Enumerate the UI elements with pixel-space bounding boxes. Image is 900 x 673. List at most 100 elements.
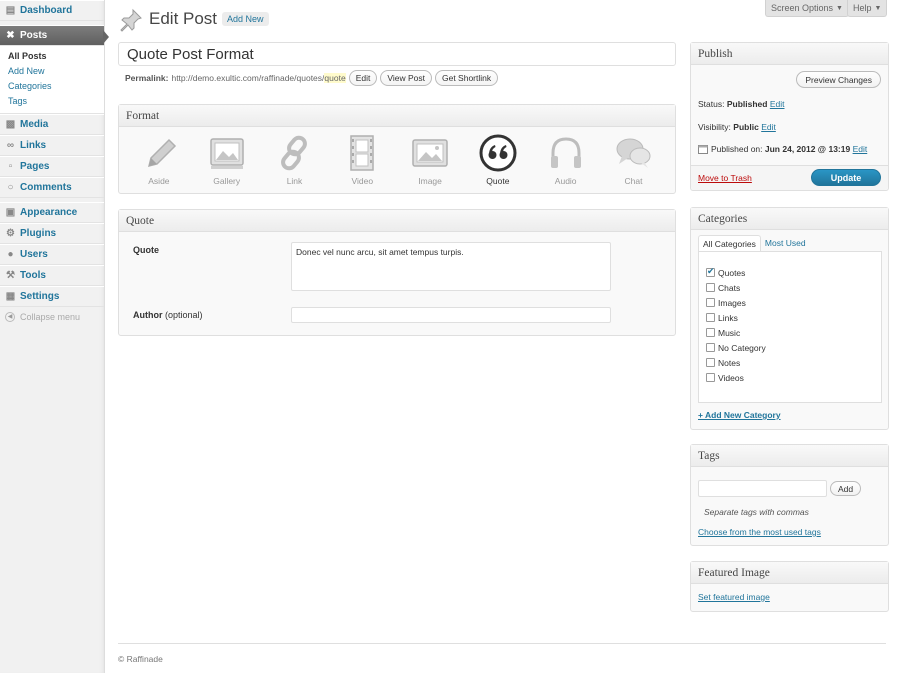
get-shortlink-button[interactable]: Get Shortlink bbox=[434, 70, 499, 86]
author-input[interactable] bbox=[291, 307, 611, 323]
preview-changes-button[interactable]: Preview Changes bbox=[796, 71, 881, 88]
checkbox[interactable] bbox=[706, 373, 715, 382]
collapse-label: Collapse menu bbox=[20, 312, 81, 322]
edit-date-link[interactable]: Edit bbox=[853, 144, 868, 154]
set-featured-image-link[interactable]: Set featured image bbox=[698, 592, 770, 602]
help-button[interactable]: Help ▼ bbox=[847, 0, 888, 17]
dashboard-icon: ▤ bbox=[5, 4, 16, 16]
category-item[interactable]: Images bbox=[699, 295, 881, 310]
tag-input[interactable] bbox=[698, 480, 827, 497]
format-gallery[interactable]: Gallery bbox=[193, 133, 261, 186]
checkbox[interactable] bbox=[706, 298, 715, 307]
media-icon: ▩ bbox=[5, 118, 16, 130]
edit-status-link[interactable]: Edit bbox=[770, 99, 785, 109]
film-strip-icon bbox=[350, 135, 375, 171]
appearance-icon: ▣ bbox=[5, 206, 16, 218]
add-tag-button[interactable]: Add bbox=[830, 481, 862, 496]
move-to-trash-link[interactable]: Move to Trash bbox=[698, 173, 752, 183]
category-label: Notes bbox=[718, 357, 741, 368]
footer-text: © Raffinade bbox=[118, 654, 163, 664]
collapse-menu-button[interactable]: ◀ Collapse menu bbox=[0, 307, 104, 327]
format-aside[interactable]: Aside bbox=[125, 133, 193, 186]
chevron-down-icon: ▼ bbox=[836, 4, 843, 12]
edit-visibility-link[interactable]: Edit bbox=[761, 122, 776, 132]
categories-box-title[interactable]: Categories bbox=[691, 208, 888, 230]
menu-item-users[interactable]: ● Users bbox=[0, 244, 104, 265]
permalink-slug[interactable]: quote bbox=[324, 73, 346, 83]
menu-label: Tools bbox=[20, 270, 46, 281]
category-item[interactable]: Quotes bbox=[699, 265, 881, 280]
status-row: Status: Published Edit bbox=[698, 99, 785, 109]
edit-permalink-button[interactable]: Edit bbox=[348, 70, 378, 86]
permalink-row: Permalink: http://demo.exultic.com/raffi… bbox=[125, 70, 499, 86]
menu-label: Pages bbox=[20, 161, 50, 172]
post-title-input[interactable] bbox=[118, 42, 676, 66]
menu-item-dashboard[interactable]: ▤ Dashboard bbox=[0, 0, 104, 21]
status-label: Status: bbox=[698, 99, 725, 109]
menu-item-media[interactable]: ▩ Media bbox=[0, 114, 104, 135]
category-item[interactable]: No Category bbox=[699, 340, 881, 355]
submenu-all-posts[interactable]: All Posts bbox=[0, 49, 104, 64]
featured-image-box: Featured Image Set featured image bbox=[690, 561, 889, 612]
checkbox[interactable] bbox=[706, 328, 715, 337]
publish-box-title[interactable]: Publish bbox=[691, 43, 888, 65]
permalink-label: Permalink: bbox=[125, 73, 169, 83]
quote-textarea[interactable]: Donec vel nunc arcu, sit amet tempus tur… bbox=[291, 242, 611, 291]
menu-item-comments[interactable]: ○ Comments bbox=[0, 177, 104, 198]
menu-item-plugins[interactable]: ⚙ Plugins bbox=[0, 223, 104, 244]
tags-box-title[interactable]: Tags bbox=[691, 445, 888, 467]
category-label: Music bbox=[718, 327, 741, 338]
permalink-base[interactable]: http://demo.exultic.com/raffinade/quotes… bbox=[171, 73, 324, 83]
menu-item-links[interactable]: ∞ Links bbox=[0, 135, 104, 156]
category-item[interactable]: Videos bbox=[699, 370, 881, 385]
tags-box: Tags Add Separate tags with commas Choos… bbox=[690, 444, 889, 546]
published-value: Jun 24, 2012 @ 13:19 bbox=[764, 144, 851, 154]
format-chat[interactable]: Chat bbox=[600, 133, 668, 186]
quote-box-title[interactable]: Quote bbox=[119, 210, 675, 232]
format-audio[interactable]: Audio bbox=[532, 133, 600, 186]
author-optional-text: (optional) bbox=[165, 310, 203, 320]
menu-item-appearance[interactable]: ▣ Appearance bbox=[0, 202, 104, 223]
checkbox[interactable] bbox=[706, 283, 715, 292]
menu-item-posts[interactable]: ✖ Posts bbox=[0, 25, 109, 46]
pencil-icon bbox=[147, 138, 176, 168]
submenu-add-new[interactable]: Add New bbox=[0, 64, 104, 79]
checkbox[interactable] bbox=[706, 358, 715, 367]
menu-item-settings[interactable]: ▦ Settings bbox=[0, 286, 104, 307]
menu-item-tools[interactable]: ⚒ Tools bbox=[0, 265, 104, 286]
category-label: Videos bbox=[718, 372, 744, 383]
publish-actions: Move to Trash Update bbox=[691, 165, 888, 190]
submenu-categories[interactable]: Categories bbox=[0, 79, 104, 94]
update-button[interactable]: Update bbox=[811, 169, 881, 186]
add-new-button[interactable]: Add New bbox=[222, 12, 269, 26]
add-new-category-link[interactable]: + Add New Category bbox=[698, 410, 781, 420]
comments-icon: ○ bbox=[7, 181, 14, 193]
format-video[interactable]: Video bbox=[328, 133, 396, 186]
category-label: No Category bbox=[718, 342, 766, 353]
category-item[interactable]: Chats bbox=[699, 280, 881, 295]
image-icon bbox=[412, 139, 448, 167]
menu-label: Users bbox=[20, 249, 48, 260]
links-icon: ∞ bbox=[6, 139, 15, 151]
checkbox[interactable] bbox=[706, 343, 715, 352]
checkbox[interactable] bbox=[706, 266, 715, 277]
format-box-title[interactable]: Format bbox=[119, 105, 675, 127]
category-item[interactable]: Notes bbox=[699, 355, 881, 370]
gallery-icon bbox=[209, 138, 244, 169]
format-image[interactable]: Image bbox=[396, 133, 464, 186]
format-quote[interactable]: Quote bbox=[464, 133, 532, 186]
category-item[interactable]: Music bbox=[699, 325, 881, 340]
screen-options-button[interactable]: Screen Options ▼ bbox=[765, 0, 849, 17]
featured-image-box-title[interactable]: Featured Image bbox=[691, 562, 888, 584]
menu-item-pages[interactable]: ▫ Pages bbox=[0, 156, 104, 177]
choose-tags-link[interactable]: Choose from the most used tags bbox=[698, 527, 821, 537]
format-link[interactable]: Link bbox=[261, 133, 329, 186]
view-post-button[interactable]: View Post bbox=[380, 70, 432, 86]
quote-label-text: Quote bbox=[133, 245, 159, 255]
settings-icon: ▦ bbox=[5, 290, 16, 302]
submenu-tags[interactable]: Tags bbox=[0, 94, 104, 109]
category-label: Images bbox=[718, 297, 746, 308]
checkbox[interactable] bbox=[706, 313, 715, 322]
category-item[interactable]: Links bbox=[699, 310, 881, 325]
calendar-icon bbox=[698, 145, 708, 154]
